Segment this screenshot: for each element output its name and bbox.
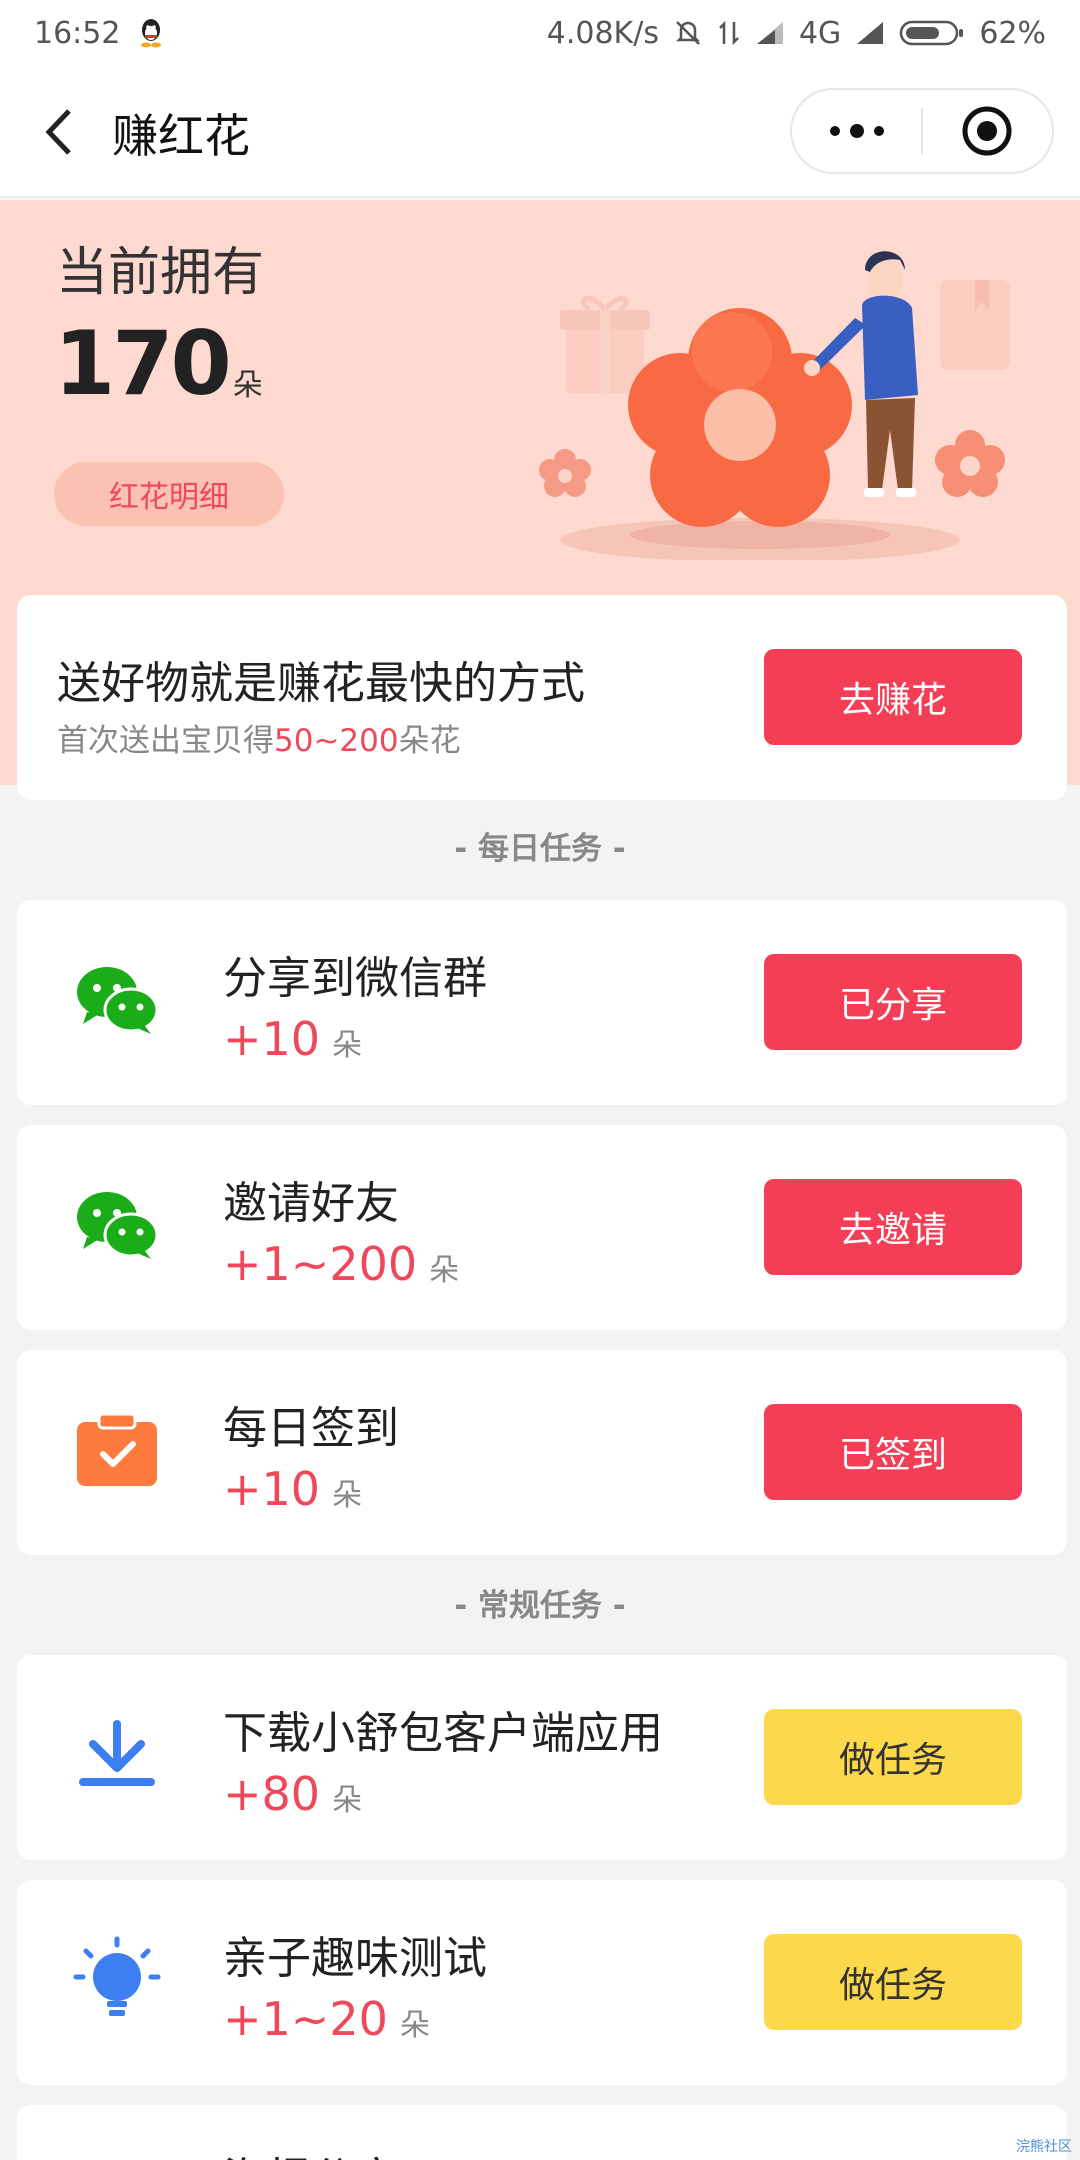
signal-icon <box>755 20 785 46</box>
promo-card: 送好物就是赚花最快的方式 首次送出宝贝得50~200朵花 去赚花 <box>17 595 1067 800</box>
task-unit: 朵 <box>399 2008 430 2043</box>
balance-number: 170 <box>54 312 232 415</box>
wechat-icon <box>72 955 162 1045</box>
promo-subtitle: 首次送出宝贝得50~200朵花 <box>57 715 461 760</box>
flower-illustration <box>539 251 1010 560</box>
do-task-button[interactable]: 做任务 <box>764 1934 1022 2030</box>
download-icon <box>72 1710 162 1800</box>
battery-level: 62% <box>979 15 1046 51</box>
task-unit: 朵 <box>429 1253 460 1288</box>
promo-subtitle-highlight: 50~200 <box>274 723 399 759</box>
mute-icon <box>673 18 703 48</box>
checked-in-button[interactable]: 已签到 <box>764 1404 1022 1500</box>
promo-subtitle-suffix: 朵花 <box>398 723 461 759</box>
status-time: 16:52 <box>34 15 121 51</box>
close-program-button[interactable] <box>923 90 1052 172</box>
promo-title: 送好物就是赚花最快的方式 <box>57 658 585 709</box>
chevron-left-icon <box>45 109 71 155</box>
task-name: 下载小舒包客户端应用 <box>223 1708 663 1759</box>
task-reward: +10 朵 <box>223 1462 362 1516</box>
network-type: 4G <box>798 15 842 51</box>
task-reward: +10 朵 <box>223 1012 362 1066</box>
status-bar: 16:52 4.08K/s 4G 62% <box>0 0 1080 66</box>
net-speed: 4.08K/s <box>546 15 659 51</box>
more-dots-icon <box>829 124 884 138</box>
task-points: +80 <box>223 1767 321 1821</box>
balance-count: 170 朵 <box>54 320 263 408</box>
mini-program-capsule <box>790 88 1054 174</box>
page-title: 赚红花 <box>112 109 250 163</box>
signal-icon-2 <box>855 20 885 46</box>
qq-icon <box>138 18 164 48</box>
regular-tasks-heading: - 常规任务 - <box>454 1588 626 1624</box>
flower-detail-button[interactable]: 红花明细 <box>54 462 284 526</box>
invite-button[interactable]: 去邀请 <box>764 1179 1022 1275</box>
task-unit: 朵 <box>332 1478 363 1513</box>
target-icon <box>962 106 1012 156</box>
task-points: +1~200 <box>223 1237 418 1291</box>
task-reward: +80 朵 <box>223 1767 362 1821</box>
task-unit: 朵 <box>332 1028 363 1063</box>
nav-bar: 赚红花 <box>0 66 1080 198</box>
task-card-poster-share: 海报分享 <box>17 2105 1067 2160</box>
do-task-button[interactable]: 做任务 <box>764 1709 1022 1805</box>
task-name: 亲子趣味测试 <box>223 1933 487 1984</box>
shared-button[interactable]: 已分享 <box>764 954 1022 1050</box>
task-name: 每日签到 <box>223 1403 399 1454</box>
earn-flowers-button[interactable]: 去赚花 <box>764 649 1022 745</box>
task-name: 邀请好友 <box>223 1178 399 1229</box>
watermark-text: 浣熊社区 <box>1016 2139 1072 2155</box>
battery-icon <box>899 19 965 47</box>
task-reward: +1~20 朵 <box>223 1992 430 2046</box>
task-name: 海报分享 <box>223 2143 399 2160</box>
task-card-daily-checkin: 每日签到 +10 朵 已签到 <box>17 1350 1067 1555</box>
wechat-icon <box>72 1180 162 1270</box>
lightbulb-icon <box>72 1935 162 2025</box>
task-reward: +1~200 朵 <box>223 1237 459 1291</box>
balance-unit: 朵 <box>232 368 263 403</box>
task-card-download-app: 下载小舒包客户端应用 +80 朵 做任务 <box>17 1655 1067 1860</box>
task-unit: 朵 <box>332 1783 363 1818</box>
task-points: +10 <box>223 1462 321 1516</box>
task-card-share-wechat: 分享到微信群 +10 朵 已分享 <box>17 900 1067 1105</box>
task-card-invite-friends: 邀请好友 +1~200 朵 去邀请 <box>17 1125 1067 1330</box>
back-button[interactable] <box>30 104 86 160</box>
task-name: 分享到微信群 <box>223 953 487 1004</box>
calendar-check-icon <box>72 1405 162 1495</box>
more-button[interactable] <box>792 90 921 172</box>
balance-label: 当前拥有 <box>56 243 265 303</box>
data-transfer-icon <box>717 18 741 48</box>
task-card-parent-child-test: 亲子趣味测试 +1~20 朵 做任务 <box>17 1880 1067 2085</box>
daily-tasks-heading: - 每日任务 - <box>454 831 626 867</box>
promo-subtitle-prefix: 首次送出宝贝得 <box>57 723 274 759</box>
task-points: +1~20 <box>223 1992 388 2046</box>
task-points: +10 <box>223 1012 321 1066</box>
